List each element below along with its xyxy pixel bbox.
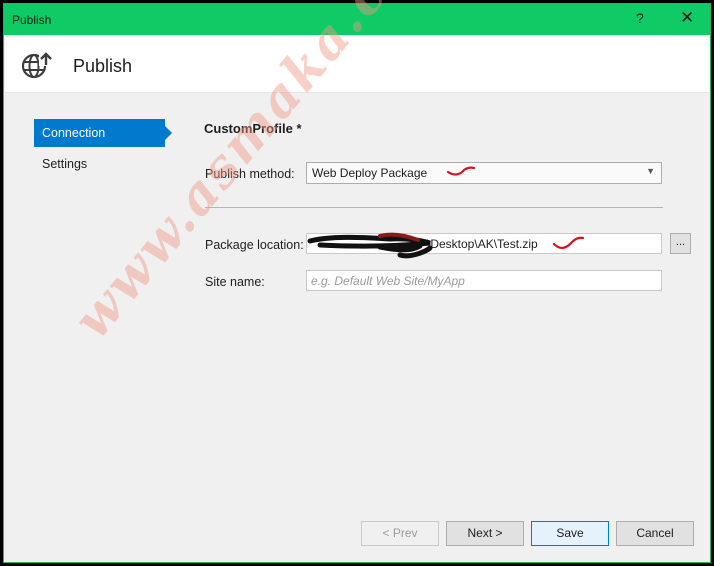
publish-method-value: Web Deploy Package: [312, 166, 428, 180]
profile-name: CustomProfile *: [204, 121, 302, 136]
publish-dialog: Publish ? ✕ Publish Connection Settings …: [3, 3, 711, 563]
browse-button[interactable]: ...: [670, 233, 691, 254]
chevron-down-icon: ▼: [646, 166, 655, 176]
nav-item-label: Settings: [42, 157, 88, 171]
globe-publish-icon: [21, 52, 52, 79]
nav-item-settings[interactable]: Settings: [34, 150, 165, 178]
window-title: Publish: [12, 13, 52, 27]
title-bar: Publish ? ✕: [4, 4, 710, 35]
cancel-button[interactable]: Cancel: [616, 521, 694, 546]
package-location-value: \Desktop\AK\Test.zip: [427, 237, 538, 251]
page-title: Publish: [73, 56, 133, 76]
publish-method-select[interactable]: Web Deploy Package ▼: [306, 162, 662, 184]
nav-item-connection[interactable]: Connection: [34, 119, 172, 147]
site-name-placeholder: e.g. Default Web Site/MyApp: [311, 274, 465, 288]
package-location-input[interactable]: \Desktop\AK\Test.zip: [306, 233, 662, 254]
publish-method-label: Publish method:: [205, 167, 295, 181]
help-icon[interactable]: ?: [636, 10, 644, 26]
site-name-input[interactable]: e.g. Default Web Site/MyApp: [306, 270, 662, 291]
nav-item-label: Connection: [42, 126, 106, 140]
site-name-label: Site name:: [205, 275, 265, 289]
close-icon[interactable]: ✕: [680, 8, 694, 28]
save-button[interactable]: Save: [531, 521, 609, 546]
dialog-header: Publish: [5, 36, 709, 93]
package-location-label: Package location:: [205, 238, 304, 252]
section-divider: [205, 207, 663, 208]
prev-button[interactable]: < Prev: [361, 521, 439, 546]
next-button[interactable]: Next >: [446, 521, 524, 546]
